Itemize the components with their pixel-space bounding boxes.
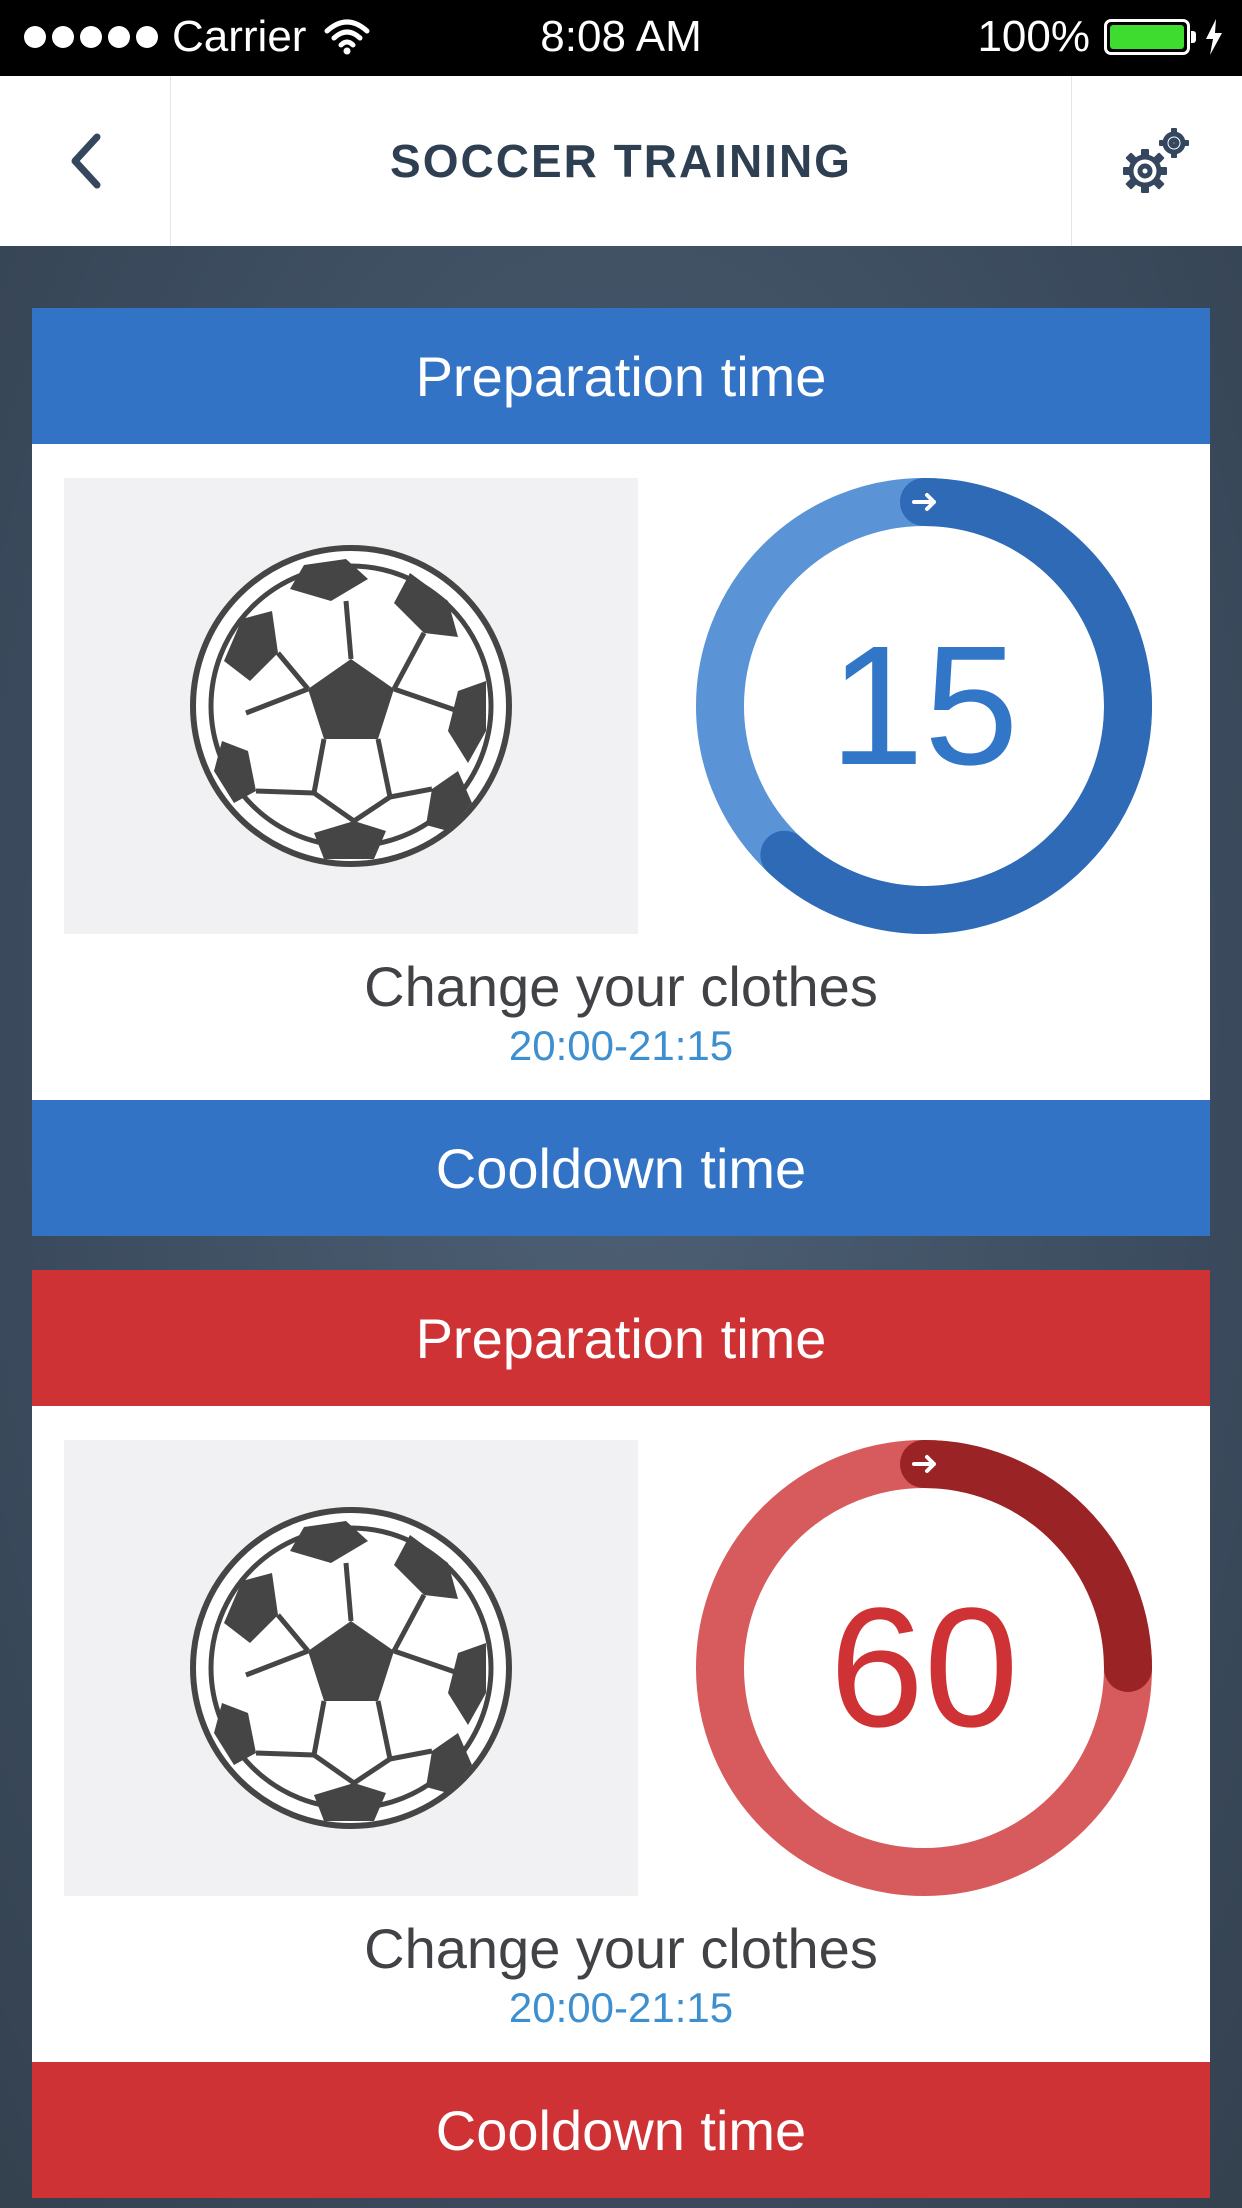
card-footer[interactable]: Cooldown time [32, 2062, 1210, 2198]
activity-label: Change your clothes [364, 1917, 878, 1980]
countdown-timer[interactable]: 15 [696, 478, 1152, 934]
battery-icon [1104, 19, 1196, 55]
card-footer[interactable]: Cooldown time [32, 1100, 1210, 1236]
soccer-ball-icon [190, 545, 512, 867]
card-header[interactable]: Preparation time [32, 1270, 1210, 1406]
navigation-bar: SOCCER TRAINING [0, 76, 1242, 247]
chevron-left-icon [71, 133, 101, 189]
time-range: 20:00-21:15 [508, 1022, 734, 1069]
time-range: 20:00-21:15 [508, 1984, 734, 2031]
activity-label: Change your clothes [364, 955, 878, 1018]
gears-icon [1123, 128, 1189, 193]
card-body: 60 Change your clothes 20:00-21:15 [32, 1406, 1210, 2062]
card-header[interactable]: Preparation time [32, 308, 1210, 444]
soccer-ball-icon [190, 1507, 512, 1829]
charging-bolt-icon [1206, 19, 1222, 55]
timer-value: 60 [829, 1573, 1019, 1763]
timer-value: 15 [829, 611, 1019, 801]
back-button[interactable] [0, 76, 171, 246]
card-body: 15 Change your clothes 20:00-21:15 [32, 444, 1210, 1100]
activity-image [64, 478, 638, 934]
settings-button[interactable] [1071, 76, 1242, 246]
activity-image [64, 1440, 638, 1896]
training-card-preparation-red: Preparation time 60 Change your clothes … [32, 1270, 1210, 2198]
page-title: SOCCER TRAINING [390, 135, 852, 187]
status-bar: Carrier 8:08 AM 100% [0, 0, 1242, 76]
training-card-preparation-blue: Preparation time 15 Change your clothes … [32, 308, 1210, 1236]
countdown-timer[interactable]: 60 [696, 1440, 1152, 1896]
battery-percentage: 100% [977, 12, 1090, 61]
